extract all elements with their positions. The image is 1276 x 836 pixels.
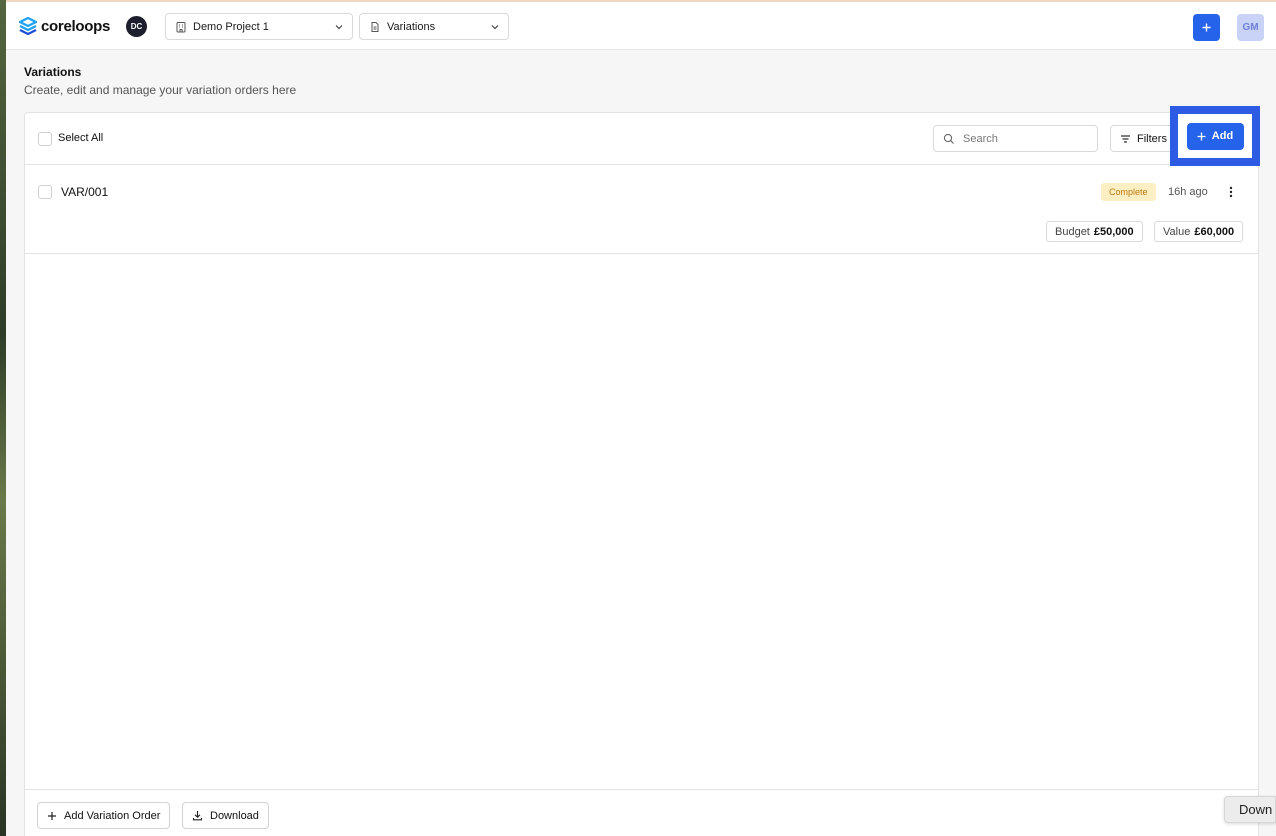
more-vertical-icon [1229, 186, 1233, 198]
brand-name: coreloops [41, 17, 110, 35]
download-label: Download [210, 809, 259, 822]
plus-icon [1202, 23, 1211, 32]
row-checkbox[interactable] [38, 185, 52, 199]
top-bar: coreloops DC Demo Project 1 Variations G… [6, 2, 1276, 50]
chevron-down-icon [335, 24, 343, 29]
list-item[interactable]: VAR/001 Complete 16h ago Budget £50,000 … [25, 166, 1258, 254]
add-button-label: Add [1211, 130, 1234, 142]
search-icon [943, 133, 954, 144]
project-selector[interactable]: Demo Project 1 [165, 13, 353, 40]
filters-button[interactable]: Filters [1110, 125, 1174, 152]
panel-footer: Add Variation Order Download [25, 789, 1258, 836]
download-button[interactable]: Download [182, 802, 269, 829]
plus-icon [48, 811, 56, 820]
budget-pill: Budget £50,000 [1046, 221, 1143, 242]
download-chip[interactable]: Down [1224, 796, 1276, 823]
value-amount: £60,000 [1194, 225, 1235, 238]
coreloops-logo-icon [18, 17, 38, 35]
org-avatar[interactable]: DC [126, 16, 147, 37]
list-toolbar: Select All Filters [25, 106, 1260, 166]
value-pill: Value £60,000 [1154, 221, 1244, 242]
select-all-checkbox[interactable] [38, 132, 52, 146]
filters-label: Filters [1137, 132, 1167, 145]
module-selector[interactable]: Variations [359, 13, 509, 40]
app-window: coreloops DC Demo Project 1 Variations G… [6, 0, 1276, 836]
module-selector-value: Variations [387, 20, 436, 33]
chevron-down-icon [491, 24, 499, 29]
add-variation-order-label: Add Variation Order [64, 809, 161, 822]
user-avatar[interactable]: GM [1237, 14, 1264, 41]
search-box[interactable] [933, 125, 1098, 152]
filter-icon [1121, 134, 1130, 143]
brand-logo[interactable]: coreloops [18, 16, 110, 36]
plus-icon [1197, 132, 1206, 140]
building-icon [176, 21, 186, 32]
search-input[interactable] [963, 132, 1083, 145]
page-subtitle: Create, edit and manage your variation o… [24, 83, 297, 97]
download-icon [192, 811, 203, 821]
document-icon [371, 21, 379, 32]
select-all-label[interactable]: Select All [58, 132, 103, 144]
project-selector-value: Demo Project 1 [193, 20, 269, 33]
add-button-highlight-inner: Add [1178, 114, 1252, 158]
variation-ref[interactable]: VAR/001 [61, 185, 108, 199]
row-menu-button[interactable] [1222, 182, 1240, 202]
value-label: Value [1163, 225, 1191, 238]
status-badge: Complete [1101, 183, 1156, 201]
add-variation-order-button[interactable]: Add Variation Order [37, 802, 171, 829]
add-button-highlight: Add [1170, 106, 1260, 166]
header-add-button[interactable] [1193, 14, 1220, 41]
add-button[interactable]: Add [1186, 122, 1244, 150]
page-title: Variations [24, 65, 82, 79]
budget-label: Budget [1055, 225, 1090, 238]
budget-value: £50,000 [1093, 225, 1134, 238]
variations-panel: Select All Filters [24, 106, 1260, 836]
row-timestamp: 16h ago [1168, 186, 1208, 198]
